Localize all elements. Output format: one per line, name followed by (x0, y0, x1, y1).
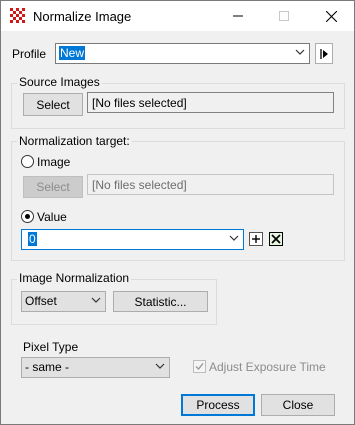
normalization-target-heading: Normalization target: (17, 134, 132, 148)
close-window-button[interactable] (308, 1, 354, 31)
source-select-button[interactable]: Select (23, 93, 83, 116)
target-value-input[interactable]: 0 (21, 229, 244, 250)
chevron-down-icon (155, 363, 165, 369)
add-value-button[interactable] (249, 232, 263, 246)
normalization-method-select[interactable]: Offset (21, 291, 106, 312)
image-radio-label: Image (37, 155, 71, 169)
close-icon (325, 10, 337, 22)
statistic-button[interactable]: Statistic... (113, 291, 208, 312)
pixel-type-heading: Pixel Type (23, 340, 79, 354)
profile-menu-button[interactable] (315, 43, 333, 64)
window-title: Normalize Image (33, 9, 132, 24)
process-button[interactable]: Process (181, 394, 255, 416)
source-images-heading: Source Images (17, 75, 102, 89)
adjust-exposure-label: Adjust Exposure Time (209, 360, 326, 374)
adjust-exposure-checkbox (193, 360, 206, 373)
pixel-type-select[interactable]: - same - (21, 357, 170, 378)
maximize-button (261, 1, 307, 31)
x-delete-icon (271, 234, 281, 244)
app-logo-icon (10, 8, 25, 23)
profile-select[interactable]: New (55, 43, 310, 64)
value-radio-label: Value (37, 210, 67, 224)
maximize-icon (279, 11, 289, 21)
minimize-button[interactable] (215, 1, 261, 31)
target-files-display: [No files selected] (87, 174, 334, 195)
chevron-down-icon (91, 297, 101, 303)
value-radio[interactable] (21, 210, 34, 223)
source-files-display: [No files selected] (87, 92, 334, 113)
plus-icon (252, 235, 260, 243)
normalization-method-value: Offset (25, 294, 57, 308)
checkmark-icon (195, 363, 204, 371)
radio-selected-dot (25, 214, 30, 219)
chevron-down-icon (229, 235, 239, 241)
pixel-type-value: - same - (25, 360, 70, 374)
remove-value-button[interactable] (269, 232, 283, 246)
image-radio[interactable] (21, 155, 34, 168)
target-value-text: 0 (28, 232, 37, 246)
close-button[interactable]: Close (261, 394, 335, 416)
image-normalization-heading: Image Normalization (17, 271, 132, 285)
normalize-image-dialog: Normalize Image Profile New Source Image… (0, 0, 355, 425)
chevron-down-icon (295, 49, 305, 55)
profile-label: Profile (12, 47, 47, 61)
minimize-icon (233, 15, 243, 17)
profile-value: New (59, 46, 86, 60)
title-bar: Normalize Image (1, 1, 354, 31)
target-select-button: Select (23, 176, 83, 198)
play-menu-icon (320, 48, 328, 59)
